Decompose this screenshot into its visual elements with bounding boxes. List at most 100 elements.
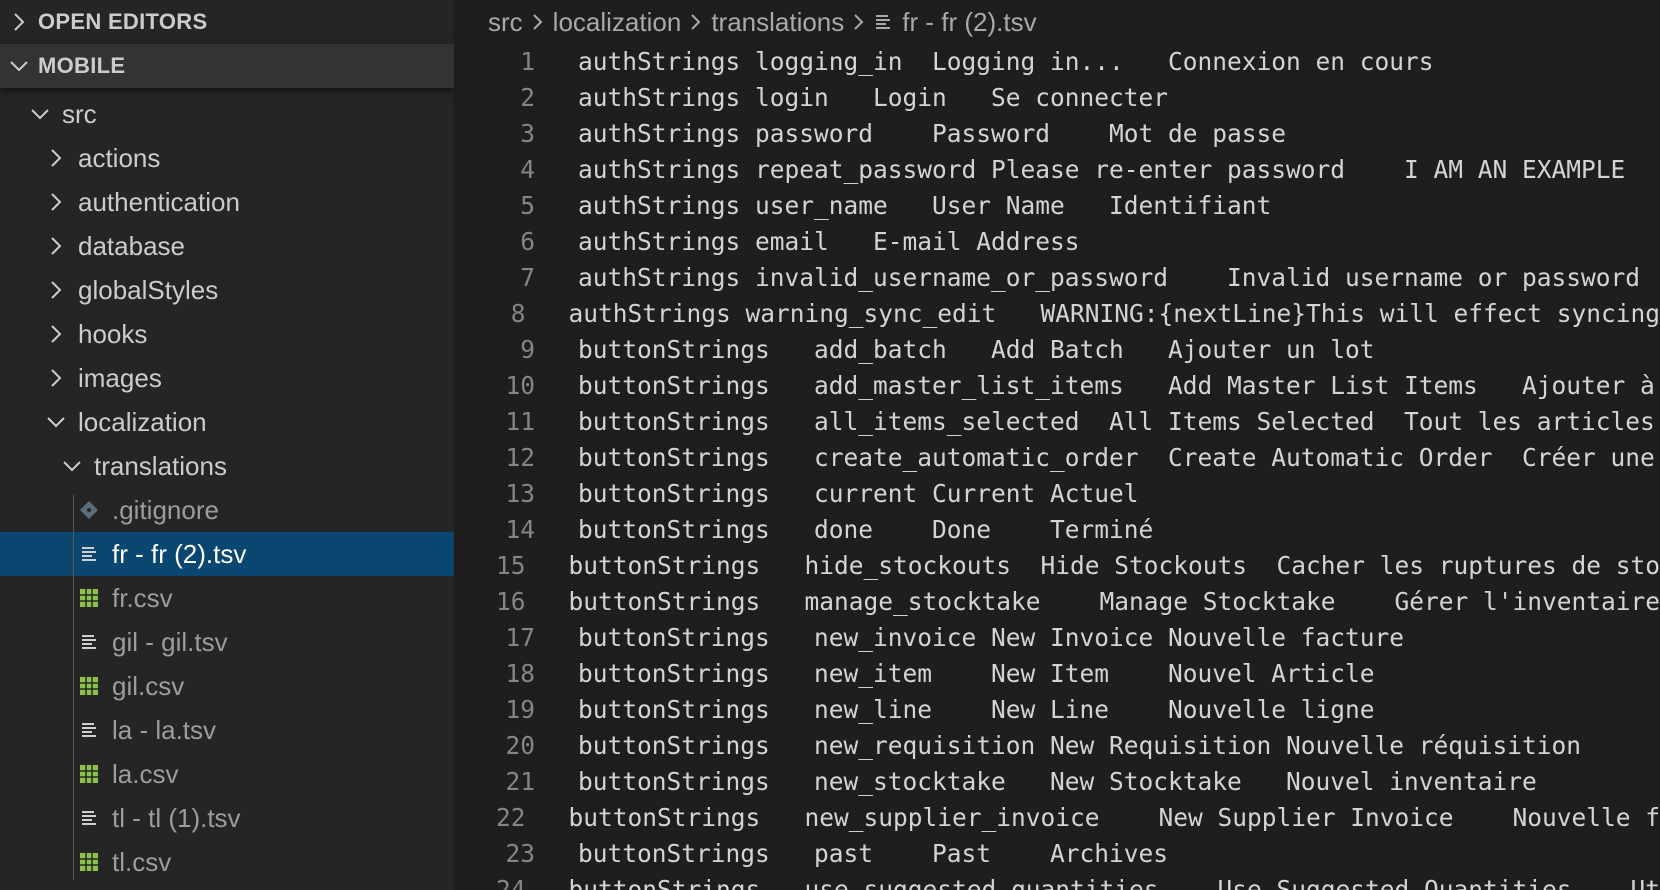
code-line[interactable]: 19 buttonStrings new_line New Line Nouvel… (455, 692, 1660, 728)
file-item-tl-csv[interactable]: tl.csv (0, 840, 454, 884)
line-number: 24 (495, 875, 526, 890)
chevron-down-icon (62, 456, 82, 476)
line-text: authStrings repeat_password Please re-en… (578, 155, 1626, 184)
line-number: 11 (505, 407, 535, 436)
line-number: 17 (505, 623, 535, 652)
code-line[interactable]: 1 authStrings logging_in Logging in... Co… (455, 44, 1660, 80)
workspace-header[interactable]: MOBILE (0, 44, 454, 88)
folder-item-images[interactable]: images (0, 356, 454, 400)
line-text: authStrings invalid_username_or_password… (578, 263, 1641, 292)
breadcrumb-item-translations[interactable]: translations (711, 7, 844, 38)
csv-table-icon (78, 763, 100, 785)
text-file-icon (78, 543, 100, 565)
code-line[interactable]: 10 buttonStrings add_master_list_items Ad… (455, 368, 1660, 404)
code-line[interactable]: 24 buttonStrings use_suggested_quantities… (455, 872, 1660, 890)
tree-item-label: translations (94, 450, 227, 481)
line-text: buttonStrings new_requisition New Requis… (578, 731, 1582, 760)
line-number: 10 (505, 371, 535, 400)
tree-item-label: hooks (78, 318, 148, 349)
line-text: buttonStrings new_item New Item Nouvel A… (578, 659, 1375, 688)
line-text: buttonStrings new_line New Line Nouvelle… (578, 695, 1375, 724)
open-editors-header[interactable]: OPEN EDITORS (0, 0, 454, 44)
code-line[interactable]: 3 authStrings password Password Mot de pa… (455, 116, 1660, 152)
code-area[interactable]: 1 authStrings logging_in Logging in... Co… (455, 44, 1660, 890)
tree-item-label: fr.csv (112, 582, 173, 613)
code-line[interactable]: 13 buttonStrings current Current Actuel (455, 476, 1660, 512)
line-number: 20 (505, 731, 535, 760)
file-item-fr-csv[interactable]: fr.csv (0, 576, 454, 620)
tree-item-label: tl.csv (112, 846, 172, 877)
folder-item-hooks[interactable]: hooks (0, 312, 454, 356)
file-item-gitignore[interactable]: .gitignore (0, 488, 454, 532)
folder-item-globalstyles[interactable]: globalStyles (0, 268, 454, 312)
code-line[interactable]: 23 buttonStrings past Past Archives (455, 836, 1660, 872)
text-file-icon (78, 807, 100, 829)
chevron-down-icon (30, 104, 50, 124)
text-file-icon (874, 13, 892, 31)
explorer-sidebar: OPEN EDITORS MOBILE src actions authentica… (0, 0, 455, 890)
chevron-right-icon (46, 192, 66, 212)
tree-item-label: actions (78, 142, 161, 173)
code-line[interactable]: 22 buttonStrings new_supplier_invoice New… (455, 800, 1660, 836)
line-number: 12 (505, 443, 535, 472)
line-text: authStrings warning_sync_edit WARNING:{n… (568, 299, 1660, 328)
code-line[interactable]: 5 authStrings user_name User Name Identif… (455, 188, 1660, 224)
code-line[interactable]: 16 buttonStrings manage_stocktake Manage … (455, 584, 1660, 620)
line-text: buttonStrings add_batch Add Batch Ajoute… (578, 335, 1375, 364)
code-line[interactable]: 4 authStrings repeat_password Please re-e… (455, 152, 1660, 188)
line-number: 4 (520, 155, 535, 184)
code-line[interactable]: 21 buttonStrings new_stocktake New Stockt… (455, 764, 1660, 800)
folder-item-actions[interactable]: actions (0, 136, 454, 180)
breadcrumb-item-src[interactable]: src (488, 7, 523, 38)
line-number: 14 (505, 515, 535, 544)
folder-item-localization[interactable]: localization (0, 400, 454, 444)
code-line[interactable]: 15 buttonStrings hide_stockouts Hide Stoc… (455, 548, 1660, 584)
code-line[interactable]: 18 buttonStrings new_item New Item Nouvel… (455, 656, 1660, 692)
line-number: 2 (520, 83, 535, 112)
code-line[interactable]: 17 buttonStrings new_invoice New Invoice … (455, 620, 1660, 656)
file-item-la-la-tsv[interactable]: la - la.tsv (0, 708, 454, 752)
file-item-gil-csv[interactable]: gil.csv (0, 664, 454, 708)
line-text: buttonStrings current Current Actuel (578, 479, 1139, 508)
breadcrumb-file[interactable]: fr - fr (2).tsv (902, 7, 1036, 38)
code-line[interactable]: 6 authStrings email E-mail Address (455, 224, 1660, 260)
line-text: buttonStrings new_supplier_invoice New S… (568, 803, 1660, 832)
line-number: 15 (495, 551, 526, 580)
breadcrumb-item-localization[interactable]: localization (553, 7, 682, 38)
code-line[interactable]: 8 authStrings warning_sync_edit WARNING:{… (455, 296, 1660, 332)
folder-item-database[interactable]: database (0, 224, 454, 268)
file-item-fr-fr-2-tsv[interactable]: fr - fr (2).tsv (0, 532, 454, 576)
chevron-right-icon (532, 13, 544, 31)
tree-item-label: .gitignore (112, 494, 219, 525)
code-line[interactable]: 11 buttonStrings all_items_selected All I… (455, 404, 1660, 440)
git-icon (78, 499, 100, 521)
line-number: 5 (520, 191, 535, 220)
line-text: buttonStrings new_stocktake New Stocktak… (578, 767, 1537, 796)
line-number: 16 (495, 587, 526, 616)
tree-item-label: la - la.tsv (112, 714, 217, 745)
open-editors-label: OPEN EDITORS (38, 9, 208, 34)
code-line[interactable]: 2 authStrings login Login Se connecter (455, 80, 1660, 116)
folder-item-authentication[interactable]: authentication (0, 180, 454, 224)
text-file-icon (78, 719, 100, 741)
code-line[interactable]: 20 buttonStrings new_requisition New Requ… (455, 728, 1660, 764)
chevron-right-icon (690, 13, 702, 31)
chevron-down-icon (0, 59, 38, 73)
line-number: 1 (520, 47, 535, 76)
line-number: 13 (505, 479, 535, 508)
file-item-gil-gil-tsv[interactable]: gil - gil.tsv (0, 620, 454, 664)
line-text: buttonStrings create_automatic_order Cre… (578, 443, 1655, 472)
tree-item-label: fr - fr (2).tsv (112, 538, 247, 569)
line-text: authStrings user_name User Name Identifi… (578, 191, 1272, 220)
code-line[interactable]: 9 buttonStrings add_batch Add Batch Ajout… (455, 332, 1660, 368)
code-line[interactable]: 14 buttonStrings done Done Terminé (455, 512, 1660, 548)
file-item-la-csv[interactable]: la.csv (0, 752, 454, 796)
chevron-right-icon (46, 280, 66, 300)
folder-item-translations[interactable]: translations (0, 444, 454, 488)
code-line[interactable]: 7 authStrings invalid_username_or_passwor… (455, 260, 1660, 296)
file-item-tl-tl-1-tsv[interactable]: tl - tl (1).tsv (0, 796, 454, 840)
code-line[interactable]: 12 buttonStrings create_automatic_order C… (455, 440, 1660, 476)
line-number: 23 (505, 839, 535, 868)
line-text: buttonStrings past Past Archives (578, 839, 1169, 868)
folder-item-src[interactable]: src (0, 92, 454, 136)
